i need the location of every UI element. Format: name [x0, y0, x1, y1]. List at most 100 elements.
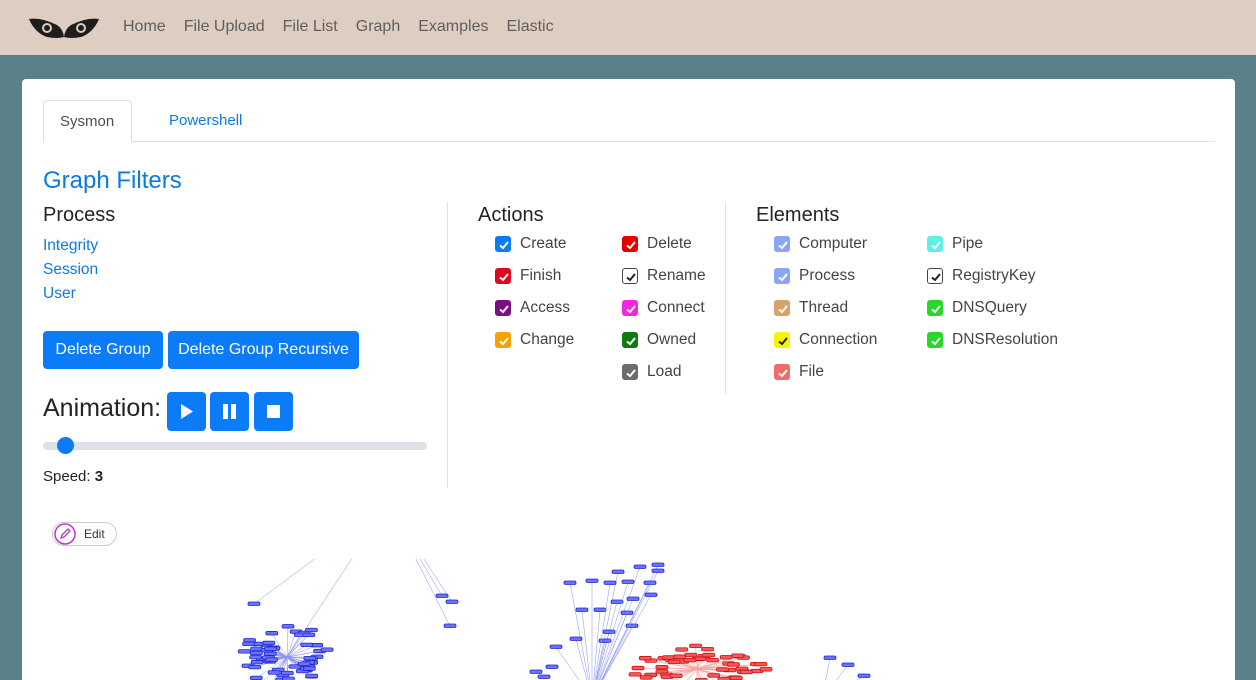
graph-node[interactable]	[716, 667, 729, 672]
nav-file-upload[interactable]: File Upload	[184, 18, 265, 36]
checkbox-box[interactable]	[774, 236, 790, 252]
graph-node[interactable]	[529, 669, 543, 674]
graph-node[interactable]	[603, 580, 617, 585]
graph-node[interactable]	[702, 652, 716, 658]
graph-node[interactable]	[575, 607, 589, 612]
checkbox-box[interactable]	[927, 332, 943, 348]
graph-node[interactable]	[262, 640, 276, 646]
speed-slider-track[interactable]	[43, 442, 427, 450]
checkbox-box[interactable]	[927, 300, 943, 316]
elements-checkbox-pipe[interactable]: Pipe	[927, 235, 983, 253]
graph-node[interactable]	[305, 627, 318, 633]
graph-node[interactable]	[628, 672, 642, 677]
graph-node[interactable]	[655, 665, 669, 670]
graph-node[interactable]	[435, 593, 449, 598]
checkbox-box[interactable]	[495, 332, 511, 348]
graph-node[interactable]	[549, 644, 563, 649]
graph-node[interactable]	[445, 599, 459, 604]
graph-node[interactable]	[631, 665, 645, 671]
actions-checkbox-finish[interactable]: Finish	[495, 267, 561, 285]
graph-node[interactable]	[249, 655, 263, 660]
checkbox-box[interactable]	[774, 364, 790, 380]
graph-node[interactable]	[242, 641, 255, 647]
graph-node[interactable]	[302, 666, 316, 671]
actions-checkbox-rename[interactable]: Rename	[622, 267, 706, 285]
graph-node[interactable]	[249, 650, 263, 656]
graph-node[interactable]	[443, 623, 457, 628]
graph-node[interactable]	[689, 643, 702, 649]
checkbox-box[interactable]	[622, 332, 638, 348]
nav-file-list[interactable]: File List	[283, 18, 338, 36]
graph-node[interactable]	[669, 673, 683, 678]
graph-node[interactable]	[719, 655, 733, 660]
actions-checkbox-create[interactable]: Create	[495, 235, 567, 253]
graph-node[interactable]	[250, 660, 264, 665]
graph-node[interactable]	[683, 657, 697, 663]
elements-checkbox-file[interactable]: File	[774, 363, 824, 381]
checkbox-box[interactable]	[495, 300, 511, 316]
elements-checkbox-connection[interactable]: Connection	[774, 331, 877, 349]
graph-node[interactable]	[626, 596, 640, 601]
nav-examples[interactable]: Examples	[418, 18, 488, 36]
graph-node[interactable]	[280, 670, 294, 676]
process-link-session[interactable]: Session	[43, 261, 98, 279]
checkbox-box[interactable]	[622, 268, 638, 284]
checkbox-box[interactable]	[774, 332, 790, 348]
edit-button[interactable]: Edit	[52, 522, 117, 546]
pause-button[interactable]	[210, 392, 249, 431]
process-link-integrity[interactable]: Integrity	[43, 237, 98, 255]
elements-checkbox-computer[interactable]: Computer	[774, 235, 867, 253]
elements-checkbox-dnsquery[interactable]: DNSQuery	[927, 299, 1027, 317]
graph-node[interactable]	[651, 562, 665, 567]
graph-node[interactable]	[302, 632, 316, 638]
graph-node[interactable]	[237, 649, 251, 654]
graph-node[interactable]	[300, 642, 314, 648]
graph-node[interactable]	[611, 569, 625, 574]
graph-node[interactable]	[305, 673, 319, 679]
graph-node[interactable]	[320, 647, 334, 652]
graph-node[interactable]	[739, 669, 753, 675]
checkbox-box[interactable]	[927, 268, 943, 284]
elements-checkbox-thread[interactable]: Thread	[774, 299, 848, 317]
graph-node[interactable]	[610, 599, 624, 604]
checkbox-box[interactable]	[774, 268, 790, 284]
graph-node[interactable]	[675, 647, 689, 652]
graph-node[interactable]	[633, 564, 647, 569]
graph-node[interactable]	[701, 646, 714, 652]
graph-node[interactable]	[651, 568, 665, 573]
graph-node[interactable]	[644, 592, 658, 597]
actions-checkbox-access[interactable]: Access	[495, 299, 570, 317]
graph-node[interactable]	[731, 653, 745, 658]
checkbox-box[interactable]	[622, 364, 638, 380]
graph-node[interactable]	[639, 675, 653, 680]
elements-checkbox-dnsresolution[interactable]: DNSResolution	[927, 331, 1058, 349]
delete-group-button[interactable]: Delete Group	[43, 331, 163, 369]
graph-node[interactable]	[754, 661, 768, 667]
graph-node[interactable]	[563, 580, 577, 585]
graph-node[interactable]	[638, 656, 652, 661]
graph-node[interactable]	[857, 673, 871, 678]
nav-home[interactable]: Home	[123, 18, 166, 36]
elements-checkbox-registrykey[interactable]: RegistryKey	[927, 267, 1036, 285]
graph-node[interactable]	[673, 654, 686, 659]
delete-group-recursive-button[interactable]: Delete Group Recursive	[168, 331, 359, 369]
graph-node[interactable]	[729, 675, 743, 680]
graph-node[interactable]	[593, 607, 607, 612]
checkbox-box[interactable]	[495, 236, 511, 252]
graph-node[interactable]	[265, 631, 279, 636]
graph-node[interactable]	[297, 661, 311, 666]
graph-node[interactable]	[585, 578, 599, 583]
graph-node[interactable]	[841, 662, 855, 667]
graph-node[interactable]	[662, 655, 675, 660]
nav-elastic[interactable]: Elastic	[506, 18, 553, 36]
tab-powershell[interactable]: Powershell	[153, 100, 258, 142]
stop-button[interactable]	[254, 392, 293, 431]
graph-node[interactable]	[569, 636, 583, 641]
checkbox-box[interactable]	[927, 236, 943, 252]
graph-node[interactable]	[759, 667, 773, 672]
graph-node[interactable]	[643, 580, 657, 585]
graph-node[interactable]	[247, 601, 261, 606]
graph-node[interactable]	[537, 674, 551, 679]
play-button[interactable]	[167, 392, 206, 431]
event-graph-canvas[interactable]	[22, 559, 1235, 680]
